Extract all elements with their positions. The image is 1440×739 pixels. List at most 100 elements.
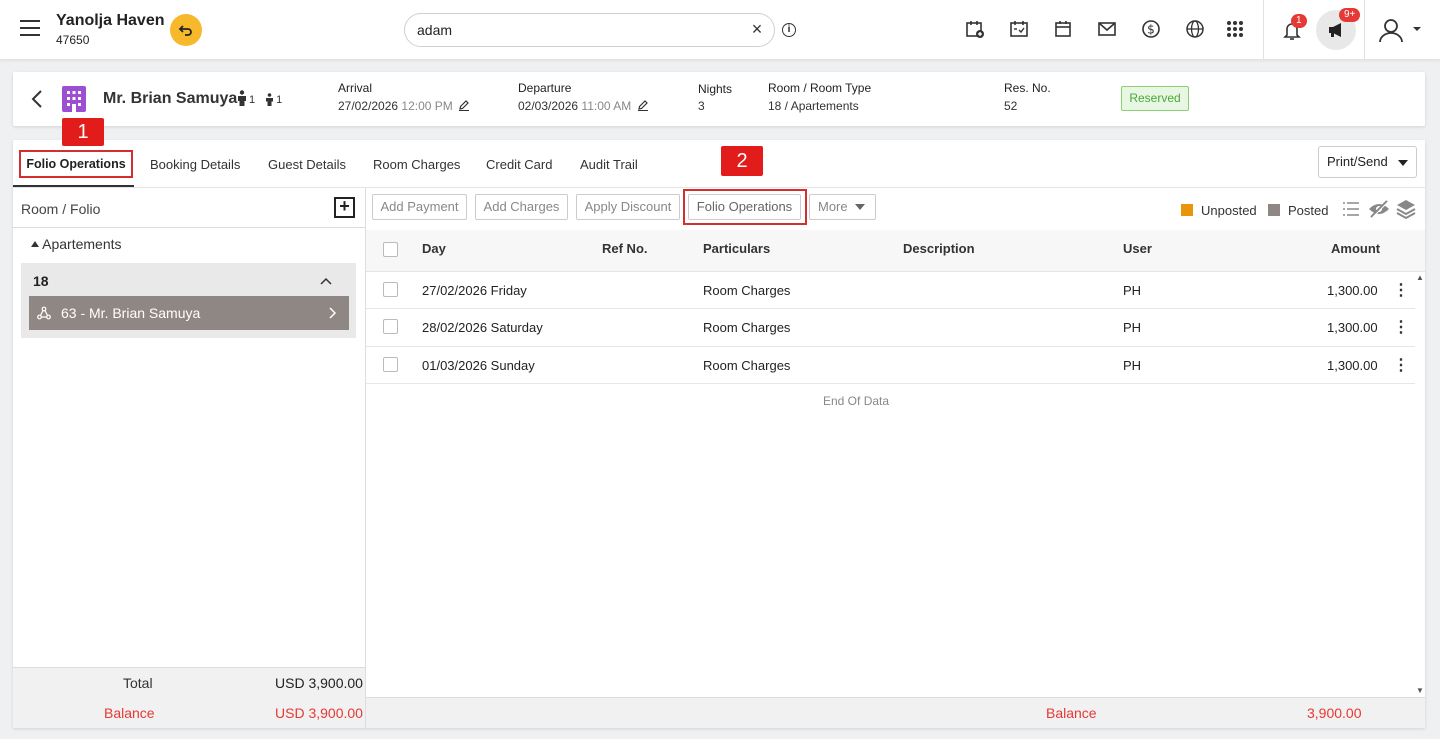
toolbar-divider [1364, 0, 1365, 60]
tab-folio-operations[interactable]: Folio Operations [19, 150, 133, 178]
back-arrow-icon[interactable] [30, 88, 44, 116]
row-checkbox[interactable] [383, 357, 398, 372]
column-day[interactable]: Day [422, 241, 446, 256]
room-type-name: Apartements [42, 236, 122, 252]
column-user[interactable]: User [1123, 241, 1152, 256]
more-dropdown[interactable]: More [809, 194, 876, 220]
hamburger-menu-icon[interactable] [20, 20, 40, 36]
apply-discount-button[interactable]: Apply Discount [576, 194, 680, 220]
tab-room-charges[interactable]: Room Charges [373, 157, 460, 172]
left-header-divider [13, 227, 365, 228]
scroll-up-icon[interactable]: ▲ [1416, 273, 1424, 282]
left-balance-value: USD 3,900.00 [275, 705, 363, 721]
adult-count: 1 [249, 94, 256, 106]
folio-guest-item[interactable]: 63 - Mr. Brian Samuya [29, 296, 349, 330]
edit-icon[interactable] [637, 99, 649, 111]
tab-booking-details[interactable]: Booking Details [150, 157, 240, 172]
row-user: PH [1123, 320, 1142, 335]
nights-value: 3 [698, 99, 705, 113]
add-charges-button[interactable]: Add Charges [475, 194, 568, 220]
chevron-up-icon[interactable] [320, 272, 332, 288]
tab-credit-card[interactable]: Credit Card [486, 157, 552, 172]
table-header [366, 230, 1425, 272]
row-amount: 1,300.00 [1327, 320, 1378, 335]
row-particulars: Room Charges [703, 283, 791, 298]
adult-icon [238, 90, 246, 106]
column-ref-no[interactable]: Ref No. [602, 241, 648, 256]
departure-label: Departure [518, 81, 572, 95]
row-checkbox[interactable] [383, 282, 398, 297]
caret-down-icon [855, 204, 865, 210]
row-menu-icon[interactable]: ⋮ [1393, 280, 1409, 300]
select-all-checkbox[interactable] [383, 242, 398, 257]
row-user: PH [1123, 283, 1142, 298]
share-icon [37, 306, 51, 320]
unposted-legend: Unposted [1201, 203, 1257, 218]
row-divider [366, 383, 1415, 384]
undo-icon[interactable] [170, 14, 202, 46]
print-send-dropdown[interactable]: Print/Send [1318, 146, 1417, 178]
list-view-icon[interactable] [1342, 200, 1360, 221]
room-type-group[interactable]: Apartements [31, 236, 122, 252]
row-menu-icon[interactable]: ⋮ [1393, 355, 1409, 375]
arrival-date: 27/02/2026 [338, 99, 399, 113]
toolbar-divider [1263, 0, 1264, 60]
res-no-value: 52 [1004, 99, 1018, 113]
guest-count: 1 1 [237, 90, 282, 106]
column-description[interactable]: Description [903, 241, 975, 256]
layers-icon[interactable] [1396, 199, 1416, 222]
tab-bar-divider [13, 187, 1425, 188]
arrival-value: 27/02/2026 12:00 PM [338, 99, 470, 113]
folio-guest-label: 63 - Mr. Brian Samuya [61, 305, 201, 321]
calendar-check-icon[interactable] [1008, 18, 1030, 40]
end-of-data: End Of Data [823, 394, 890, 408]
calendar-add-icon[interactable] [964, 18, 986, 40]
tab-guest-details[interactable]: Guest Details [268, 157, 346, 172]
search-input[interactable]: adam [404, 13, 775, 47]
caret-up-icon [31, 241, 39, 247]
row-divider [366, 346, 1415, 347]
room-type-label: Room / Room Type [768, 81, 872, 95]
notification-badge: 1 [1291, 14, 1307, 28]
hotel-id: 47650 [56, 33, 90, 47]
room-type-value: 18 / Apartements [768, 99, 859, 113]
res-no-label: Res. No. [1004, 81, 1051, 95]
clear-search-icon[interactable]: × [748, 20, 766, 38]
row-menu-icon[interactable]: ⋮ [1393, 317, 1409, 337]
edit-icon[interactable] [458, 99, 470, 111]
arrival-time: 12:00 PM [401, 99, 453, 113]
guest-name: Mr. Brian Samuya [103, 90, 238, 107]
hide-eye-icon[interactable] [1368, 199, 1390, 222]
row-checkbox[interactable] [383, 319, 398, 334]
scroll-down-icon[interactable]: ▼ [1416, 686, 1424, 695]
departure-date: 02/03/2026 [518, 99, 579, 113]
child-count: 1 [276, 94, 283, 106]
add-folio-icon[interactable]: + [334, 197, 355, 218]
row-day: 01/03/2026 Sunday [422, 358, 535, 373]
departure-time: 11:00 AM [581, 99, 632, 113]
row-day: 27/02/2026 Friday [422, 283, 527, 298]
row-amount: 1,300.00 [1327, 283, 1378, 298]
apps-grid-icon[interactable] [1224, 18, 1246, 40]
announcement-badge: 9+ [1339, 8, 1361, 22]
user-icon[interactable] [1378, 17, 1424, 46]
mail-icon[interactable] [1096, 18, 1118, 40]
add-payment-button[interactable]: Add Payment [372, 194, 467, 220]
status-badge: Reserved [1121, 86, 1189, 111]
calendar-icon[interactable] [1052, 18, 1074, 40]
building-icon [62, 86, 86, 112]
posted-swatch [1268, 204, 1280, 216]
more-label: More [818, 199, 848, 214]
annotation-label-2: 2 [721, 146, 763, 176]
column-particulars[interactable]: Particulars [703, 241, 770, 256]
tab-audit-trail[interactable]: Audit Trail [580, 157, 638, 172]
balance-label: Balance [1046, 705, 1097, 721]
folio-operations-button[interactable]: Folio Operations [688, 194, 801, 220]
room-folio-header: Room / Folio [21, 201, 101, 217]
dollar-icon[interactable]: $ [1140, 18, 1162, 40]
info-icon[interactable]: i [782, 23, 796, 37]
arrival-label: Arrival [338, 81, 373, 95]
column-amount[interactable]: Amount [1331, 241, 1380, 256]
globe-icon[interactable] [1184, 18, 1206, 40]
left-balance-label: Balance [104, 705, 155, 721]
